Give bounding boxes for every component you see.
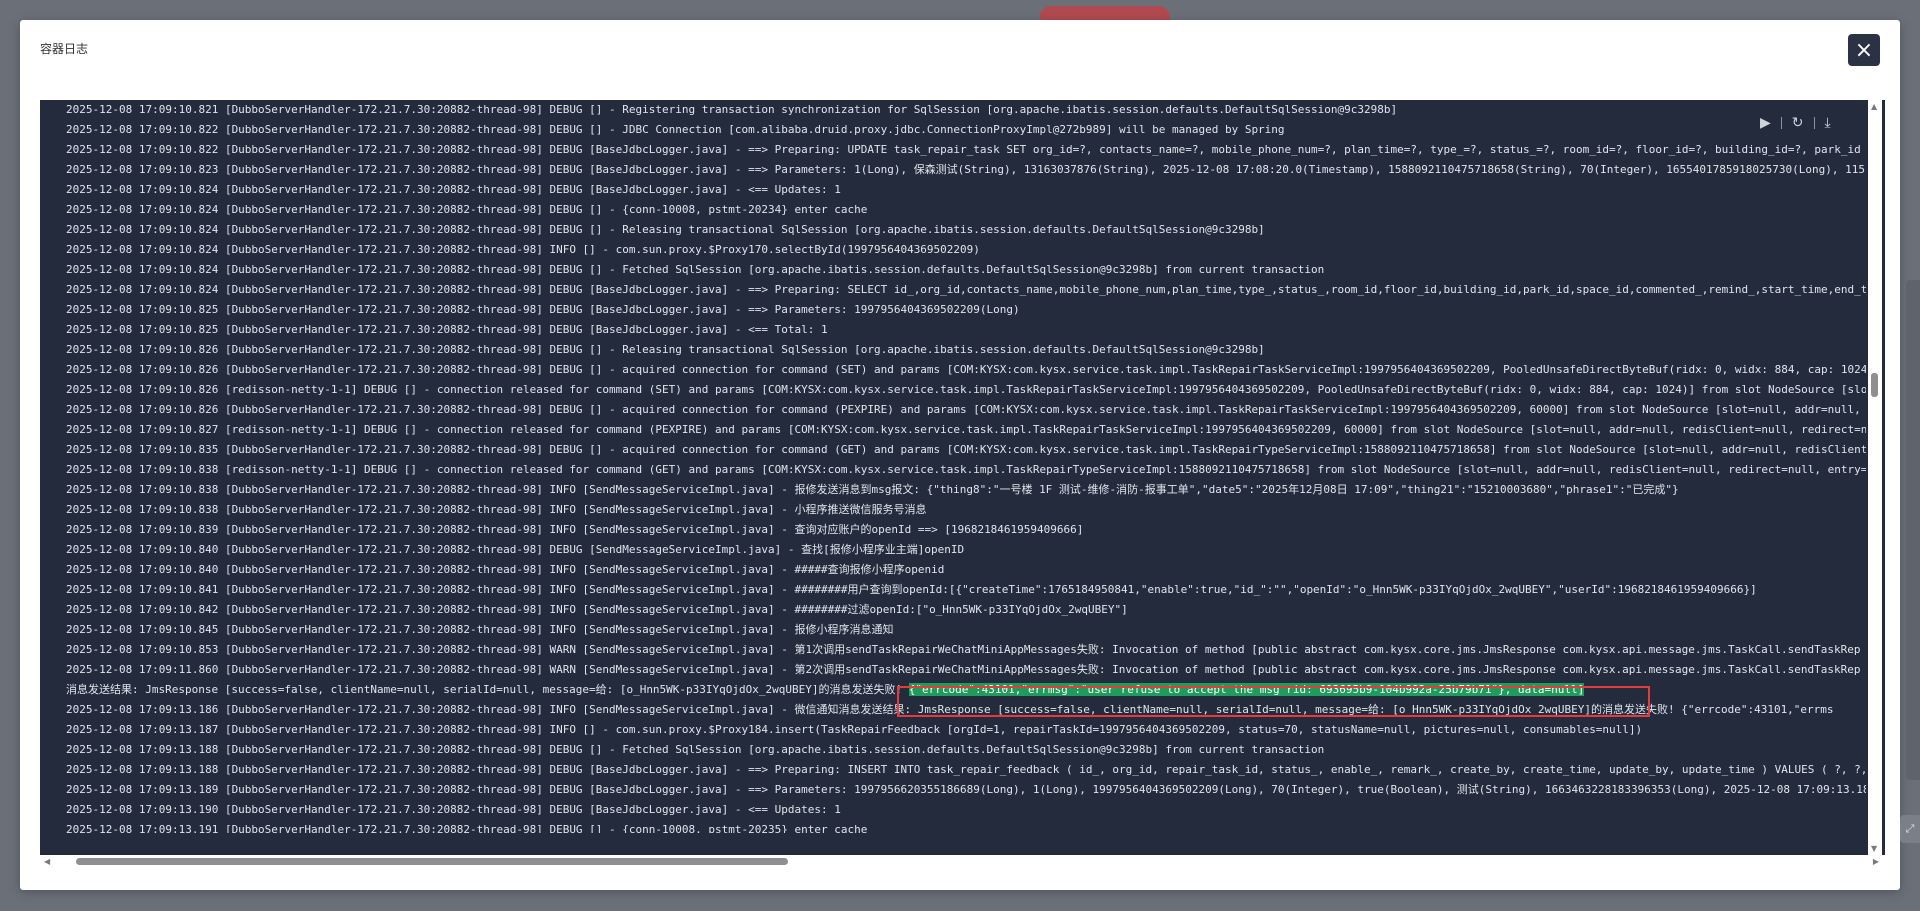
log-line: 2025-12-08 17:09:13.191 [DubboServerHand… (66, 823, 868, 833)
log-line: 2025-12-08 17:09:10.824 [DubboServerHand… (66, 223, 1265, 236)
log-line: 2025-12-08 17:09:13.188 [DubboServerHand… (66, 743, 1325, 756)
log-line: 2025-12-08 17:09:13.186 [DubboServerHand… (66, 703, 1834, 716)
log-line: 2025-12-08 17:09:10.826 [DubboServerHand… (66, 403, 1866, 416)
close-icon: × (1854, 37, 1874, 63)
log-line: 2025-12-08 17:09:13.189 [DubboServerHand… (66, 783, 1866, 796)
scroll-up-icon[interactable]: ▲ (1871, 102, 1877, 111)
log-viewer[interactable]: 2025-12-08 17:09:10.821 [DubboServerHand… (40, 100, 1885, 855)
log-line: 2025-12-08 17:09:10.840 [DubboServerHand… (66, 563, 945, 576)
log-line: 2025-12-08 17:09:10.825 [DubboServerHand… (66, 303, 1020, 316)
log-line: 2025-12-08 17:09:10.825 [DubboServerHand… (66, 323, 828, 336)
log-line: 2025-12-08 17:09:10.838 [DubboServerHand… (66, 483, 1679, 496)
log-line: 2025-12-08 17:09:10.839 [DubboServerHand… (66, 523, 1084, 536)
close-button[interactable]: × (1848, 34, 1880, 66)
log-line: 2025-12-08 17:09:10.821 [DubboServerHand… (66, 103, 1398, 116)
log-line: 2025-12-08 17:09:10.824 [DubboServerHand… (66, 283, 1866, 296)
log-line: 2025-12-08 17:09:13.187 [DubboServerHand… (66, 723, 1643, 736)
log-line: 2025-12-08 17:09:10.822 [DubboServerHand… (66, 123, 1285, 136)
log-lines: 2025-12-08 17:09:10.821 [DubboServerHand… (66, 100, 1866, 833)
vertical-scrollbar[interactable]: ▲ ▼ (1868, 100, 1882, 855)
log-line: 2025-12-08 17:09:10.845 [DubboServerHand… (66, 623, 894, 636)
horizontal-scrollbar[interactable]: ◀ ▶ (40, 855, 1885, 869)
toolbar-divider (1780, 117, 1782, 129)
page-scrollbar[interactable] (1906, 280, 1920, 780)
log-line: 2025-12-08 17:09:10.840 [DubboServerHand… (66, 543, 965, 556)
log-line: 2025-12-08 17:09:11.860 [DubboServerHand… (66, 663, 1861, 676)
refresh-icon[interactable]: ↻ (1792, 115, 1804, 131)
toolbar-divider (1813, 117, 1815, 129)
side-tool-icon[interactable]: ⤢ (1900, 815, 1920, 843)
log-line: 2025-12-08 17:09:10.824 [DubboServerHand… (66, 263, 1325, 276)
scroll-right-icon[interactable]: ▶ (1873, 857, 1879, 866)
log-line: 2025-12-08 17:09:10.838 [DubboServerHand… (66, 503, 927, 516)
vertical-scroll-thumb[interactable] (1871, 373, 1878, 397)
log-line: 2025-12-08 17:09:10.842 [DubboServerHand… (66, 603, 1128, 616)
log-line: 2025-12-08 17:09:13.188 [DubboServerHand… (66, 763, 1866, 776)
log-line-prefix: 消息发送结果: JmsResponse [success=false, clie… (66, 683, 909, 696)
horizontal-scroll-thumb[interactable] (76, 858, 788, 865)
log-line: 2025-12-08 17:09:10.826 [redisson-netty-… (66, 383, 1866, 396)
log-line: 2025-12-08 17:09:10.838 [redisson-netty-… (66, 463, 1866, 476)
log-line: 2025-12-08 17:09:13.190 [DubboServerHand… (66, 803, 841, 816)
log-toolbar: ▶ ↻ ⤓ (1760, 112, 1831, 134)
log-line: 消息发送结果: JmsResponse [success=false, clie… (66, 680, 1866, 700)
log-line: 2025-12-08 17:09:10.824 [DubboServerHand… (66, 203, 868, 216)
log-line: 2025-12-08 17:09:10.835 [DubboServerHand… (66, 443, 1866, 456)
scroll-left-icon[interactable]: ◀ (44, 857, 50, 866)
log-line: 2025-12-08 17:09:10.827 [redisson-netty-… (66, 423, 1866, 436)
play-icon[interactable]: ▶ (1760, 115, 1771, 131)
log-line: 2025-12-08 17:09:10.826 [DubboServerHand… (66, 343, 1265, 356)
container-log-dialog: 容器日志 × 2025-12-08 17:09:10.821 [DubboSer… (20, 20, 1900, 890)
dialog-title: 容器日志 (40, 42, 89, 56)
log-line: 2025-12-08 17:09:10.822 [DubboServerHand… (66, 143, 1861, 156)
log-line: 2025-12-08 17:09:10.824 [DubboServerHand… (66, 183, 841, 196)
log-line: 2025-12-08 17:09:10.823 [DubboServerHand… (66, 163, 1865, 176)
log-line: 2025-12-08 17:09:10.853 [DubboServerHand… (66, 643, 1861, 656)
highlighted-text: {"errcode":43101,"errmsg":"user refuse t… (908, 683, 1585, 696)
download-icon[interactable]: ⤓ (1825, 115, 1831, 131)
scroll-down-icon[interactable]: ▼ (1871, 844, 1877, 853)
log-line: 2025-12-08 17:09:10.826 [DubboServerHand… (66, 363, 1866, 376)
log-line: 2025-12-08 17:09:10.841 [DubboServerHand… (66, 583, 1757, 596)
log-line: 2025-12-08 17:09:10.824 [DubboServerHand… (66, 243, 980, 256)
